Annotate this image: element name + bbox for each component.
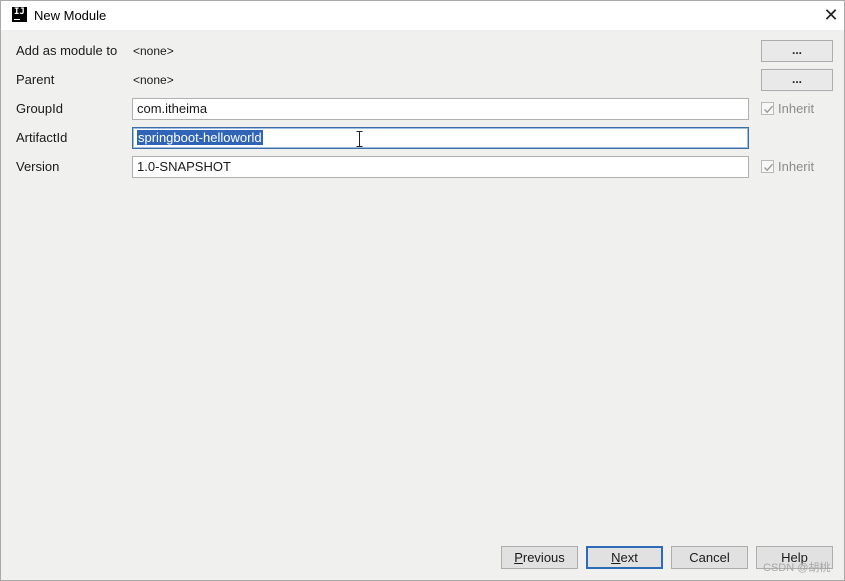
artifact-id-field[interactable]: springboot-helloworld — [132, 127, 749, 149]
group-id-label: GroupId — [16, 101, 63, 116]
parent-value: <none> — [133, 73, 174, 87]
next-mnemonic: N — [611, 550, 621, 565]
check-icon — [764, 105, 774, 114]
add-as-module-browse-button[interactable]: ... — [761, 40, 833, 62]
previous-label-rest: revious — [522, 550, 565, 565]
text-cursor-icon — [356, 131, 363, 147]
group-id-inherit-label: Inherit — [778, 101, 815, 116]
next-button[interactable]: Next — [586, 546, 663, 569]
artifact-id-label: ArtifactId — [16, 130, 68, 145]
title-bar: IJ New Module ✕ — [1, 1, 844, 30]
cancel-button[interactable]: Cancel — [671, 546, 748, 569]
previous-mnemonic: P — [514, 550, 523, 565]
version-inherit-label: Inherit — [778, 159, 815, 174]
watermark: CSDN @胡桃 — [763, 562, 831, 574]
checkbox-box — [761, 160, 774, 173]
checkbox-box — [761, 102, 774, 115]
add-as-module-value: <none> — [133, 44, 174, 58]
add-as-module-label: Add as module to — [16, 43, 118, 58]
next-label-rest: ext — [620, 550, 638, 565]
close-icon[interactable]: ✕ — [820, 4, 842, 26]
check-icon — [764, 163, 774, 172]
window-title: New Module — [34, 8, 107, 23]
parent-label: Parent — [16, 72, 55, 87]
previous-button[interactable]: Previous — [501, 546, 578, 569]
new-module-dialog: IJ New Module ✕ Add as module to <none> … — [0, 0, 845, 581]
version-field[interactable]: 1.0-SNAPSHOT — [132, 156, 749, 178]
artifact-id-selected-text: springboot-helloworld — [137, 130, 263, 145]
intellij-app-icon: IJ — [12, 7, 27, 22]
version-label: Version — [16, 159, 60, 174]
parent-browse-button[interactable]: ... — [761, 69, 833, 91]
group-id-field[interactable]: com.itheima — [132, 98, 749, 120]
